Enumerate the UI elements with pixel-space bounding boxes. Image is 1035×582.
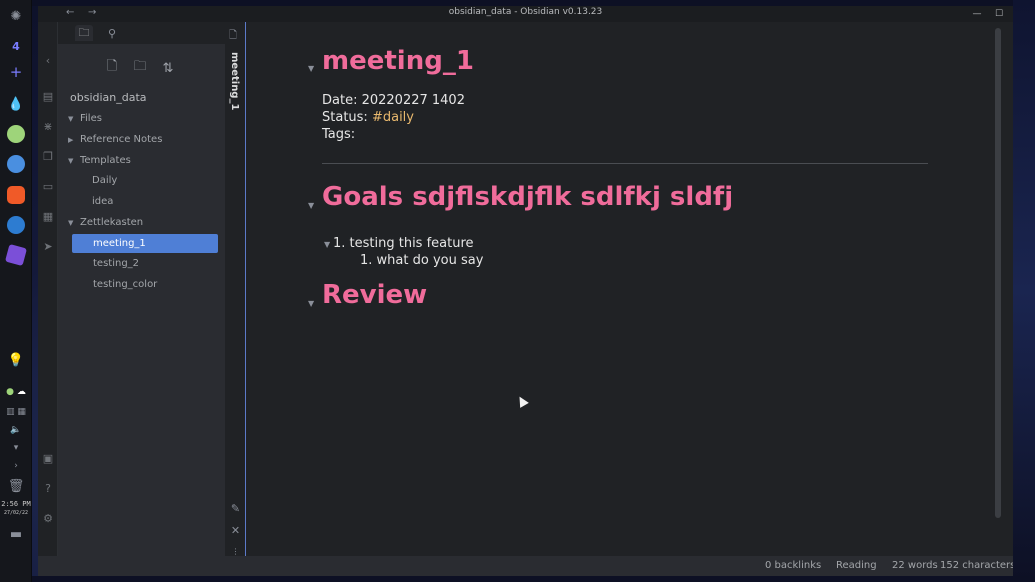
- graph-view-icon[interactable]: ⋇: [40, 118, 56, 134]
- templates-icon[interactable]: ❐: [40, 148, 56, 164]
- status-label: Status:: [322, 110, 368, 125]
- tree-item-label: meeting_1: [93, 238, 146, 249]
- edit-pencil-icon[interactable]: ✎: [228, 501, 243, 516]
- scrollbar[interactable]: [995, 28, 1001, 518]
- status-line: Status: #daily: [322, 110, 414, 125]
- caret-down-icon[interactable]: ▼: [68, 157, 80, 165]
- app-blue-icon[interactable]: [4, 152, 28, 176]
- thunderbird-icon[interactable]: [4, 213, 28, 237]
- vault-name[interactable]: obsidian_data: [70, 91, 147, 104]
- fold-icon[interactable]: ▼: [308, 64, 314, 73]
- file-icon: 🗋: [229, 30, 238, 41]
- open-quick-switcher-icon[interactable]: ▤: [40, 88, 56, 104]
- obsidian-window: ← → obsidian_data - Obsidian v0.13.23 — …: [38, 6, 1013, 576]
- sidebar-tabs: 🗀 ⚲: [58, 22, 225, 44]
- tags-line: Tags:: [322, 127, 356, 142]
- file-testing-2[interactable]: testing_2: [93, 254, 218, 273]
- clock-time[interactable]: 2:56 PM: [0, 500, 32, 508]
- settings-gear-icon[interactable]: ⚙: [40, 510, 56, 526]
- stacked-tab-strip: 🗋 meeting_1 ✎ ✕ ⋮: [225, 22, 246, 556]
- ribbon: ‹ ▤ ⋇ ❐ ▭ ▦ ➤ ▣ ? ⚙: [38, 22, 58, 576]
- trash-icon[interactable]: 🗑: [4, 474, 28, 498]
- file-daily[interactable]: Daily: [92, 171, 218, 190]
- desktop-background: [32, 576, 1035, 582]
- daily-note-icon[interactable]: ▭: [40, 178, 56, 194]
- tree-item-label: testing_2: [93, 258, 140, 269]
- file-idea[interactable]: idea: [92, 192, 218, 211]
- list-item: 1. testing this feature: [333, 236, 474, 251]
- view-mode[interactable]: Reading: [836, 560, 877, 571]
- sort-order-icon[interactable]: ⇅: [159, 59, 177, 77]
- add-workspace-icon[interactable]: +: [4, 60, 28, 84]
- vault-switcher-icon[interactable]: ▣: [40, 450, 56, 466]
- maximize-button[interactable]: ☐: [988, 6, 1010, 22]
- fold-icon[interactable]: ▼: [308, 201, 314, 210]
- new-folder-icon[interactable]: 🗀: [131, 59, 149, 77]
- app-green-icon[interactable]: [4, 122, 28, 146]
- file-explorer-tab-icon[interactable]: 🗀: [75, 25, 93, 41]
- backlinks-count[interactable]: 0 backlinks: [765, 560, 821, 571]
- show-desktop-icon[interactable]: ▬: [4, 522, 28, 546]
- caret-down-icon[interactable]: ▼: [68, 219, 80, 227]
- folder-reference-notes[interactable]: ▶ Reference Notes: [68, 130, 218, 149]
- app-menu-icon[interactable]: ✺: [4, 4, 28, 28]
- tree-item-label: Files: [80, 113, 102, 124]
- list-item: 1. what do you say: [360, 253, 484, 268]
- drop-icon[interactable]: 💧: [4, 92, 28, 116]
- help-icon[interactable]: ?: [40, 480, 56, 496]
- file-explorer: 🗀 ⚲ 🗋 🗀 ⇅ obsidian_data ▼ Files ▶ Refere…: [58, 22, 225, 556]
- lightbulb-icon[interactable]: 💡: [4, 348, 28, 372]
- window-title: obsidian_data - Obsidian v0.13.23: [448, 7, 603, 17]
- collapse-left-sidebar-icon[interactable]: ‹: [40, 52, 56, 68]
- file-meeting-1[interactable]: meeting_1: [72, 234, 218, 253]
- folder-templates[interactable]: ▼ Templates: [68, 151, 218, 170]
- tree-item-label: testing_color: [93, 279, 158, 290]
- minimize-button[interactable]: —: [966, 6, 988, 22]
- fold-icon[interactable]: ▼: [308, 299, 314, 308]
- horizontal-rule: [322, 163, 928, 164]
- brave-browser-icon[interactable]: [4, 183, 28, 207]
- caret-down-icon[interactable]: ▼: [68, 115, 80, 123]
- daily-tag[interactable]: #daily: [372, 110, 414, 125]
- heading-review: Review: [322, 280, 428, 310]
- tree-item-label: Reference Notes: [80, 134, 163, 145]
- clock-date: 27/02/22: [3, 510, 29, 516]
- new-note-icon[interactable]: 🗋: [103, 59, 121, 77]
- word-count: 22 words: [892, 560, 938, 571]
- desktop-panel: ✺ 4 + 💧 💡 ● ☁ ▥ ▦ 🔈 ▾ › 🗑 2:56 PM 27/02/…: [0, 0, 32, 582]
- plugins-icon[interactable]: ▦: [40, 208, 56, 224]
- file-testing-color[interactable]: testing_color: [93, 275, 218, 294]
- tree-item-label: Templates: [80, 155, 131, 166]
- title-bar: ← → obsidian_data - Obsidian v0.13.23 — …: [38, 6, 1013, 22]
- desktop-background: [1013, 0, 1035, 582]
- obsidian-app-icon[interactable]: [4, 243, 28, 267]
- folder-zettlekasten[interactable]: ▼ Zettlekasten: [68, 213, 218, 232]
- note-view: ▼ meeting_1 Date: 20220227 1402 Status: …: [247, 22, 1003, 556]
- tab-meeting-1[interactable]: meeting_1: [229, 52, 240, 110]
- date-line: Date: 20220227 1402: [322, 93, 465, 108]
- workspace-indicator[interactable]: 4: [4, 34, 28, 58]
- status-bar: 0 backlinks Reading 22 words 152 charact…: [38, 556, 1013, 576]
- close-tab-icon[interactable]: ✕: [228, 523, 243, 538]
- tree-item-label: Daily: [92, 175, 118, 186]
- character-count: 152 characters: [940, 560, 1013, 571]
- search-tab-icon[interactable]: ⚲: [103, 25, 121, 41]
- caret-right-icon[interactable]: ▶: [68, 136, 80, 144]
- publish-icon[interactable]: ➤: [40, 238, 56, 254]
- heading-goals: Goals sdjflskdjflk sdlfkj sldfj: [322, 182, 734, 212]
- tree-item-label: Zettlekasten: [80, 217, 144, 228]
- fold-icon[interactable]: ▼: [324, 240, 330, 249]
- tree-item-label: idea: [92, 196, 114, 207]
- folder-files[interactable]: ▼ Files: [68, 109, 218, 128]
- close-button[interactable]: ✕: [1008, 6, 1013, 22]
- heading-meeting-1: meeting_1: [322, 46, 474, 76]
